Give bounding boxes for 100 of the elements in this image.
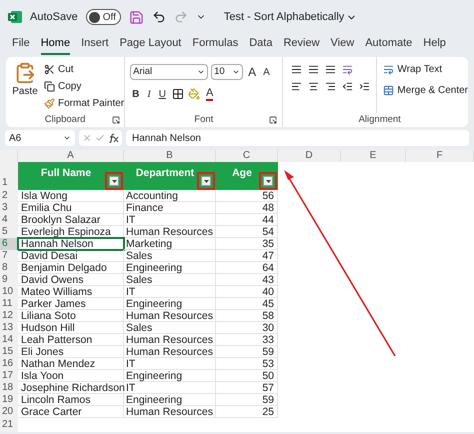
copy-button[interactable]: Copy	[44, 79, 124, 93]
clipboard-icon	[14, 62, 36, 84]
table-cell: 59	[216, 346, 278, 358]
menu-tab[interactable]: Help	[423, 34, 446, 55]
table-cell: 50	[216, 370, 278, 382]
bold-button[interactable]: B	[130, 85, 142, 103]
row-header[interactable]: 10	[0, 286, 18, 298]
table-cell: IT	[124, 382, 216, 394]
align-left-icon[interactable]	[291, 81, 302, 92]
table-cell: 40	[216, 286, 278, 298]
underline-button[interactable]: U	[156, 85, 168, 103]
dialog-launcher-icon[interactable]	[269, 116, 278, 124]
menu-tab[interactable]: Page Layout	[120, 34, 182, 55]
row-header[interactable]: 4	[0, 214, 18, 226]
align-right-icon[interactable]	[325, 81, 336, 92]
row-header[interactable]: 21	[0, 418, 18, 432]
header-cell: Full Name	[18, 162, 124, 190]
row-header[interactable]: 7	[0, 250, 18, 262]
row-header[interactable]: 11	[0, 298, 18, 310]
table-cell: Human Resources	[124, 334, 216, 346]
paste-button[interactable]: Paste	[10, 62, 40, 113]
table-cell: Liliana Soto	[18, 310, 124, 322]
row-header[interactable]: 19	[0, 394, 18, 406]
menu-tab[interactable]: File	[12, 34, 30, 55]
document-title[interactable]: Test - Sort Alphabetically	[224, 8, 344, 26]
row-header[interactable]: 15	[0, 346, 18, 358]
dialog-launcher-icon[interactable]	[112, 116, 120, 124]
table-cell: 33	[216, 334, 278, 346]
table-cell: Benjamin Delgado	[18, 262, 124, 274]
scissors-icon	[44, 64, 55, 74]
save-icon[interactable]	[128, 10, 144, 24]
row-header[interactable]: 18	[0, 382, 18, 394]
table-cell: Hannah Nelson	[18, 238, 124, 250]
row-header[interactable]: 17	[0, 370, 18, 382]
column-header[interactable]: D	[278, 150, 341, 162]
table-cell: Josephine Richardson	[18, 382, 124, 394]
table-cell: 45	[216, 298, 278, 310]
undo-icon[interactable]	[152, 10, 166, 24]
column-header[interactable]: E	[341, 150, 406, 162]
table-cell: Eli Jones	[18, 346, 124, 358]
filter-button[interactable]	[201, 176, 211, 186]
group-label: Font	[194, 112, 214, 127]
table-cell: Lincoln Ramos	[18, 394, 124, 406]
formula-field[interactable]: Hannah Nelson	[126, 130, 469, 146]
table-cell: David Desai	[18, 250, 124, 262]
table-cell: 54	[216, 226, 278, 238]
row-header[interactable]: 1	[0, 162, 18, 190]
wrap-text-button[interactable]: Wrap Text	[383, 62, 468, 77]
table-cell: 58	[216, 310, 278, 322]
fill-color-icon[interactable]	[188, 88, 200, 100]
table-cell: Hudson Hill	[18, 322, 124, 334]
table-cell: Isla Yoon	[18, 370, 124, 382]
row-header[interactable]: 16	[0, 358, 18, 370]
shrink-font-button[interactable]: A	[261, 63, 272, 81]
column-header[interactable]: F	[406, 150, 474, 162]
autosave-toggle[interactable]: Off	[86, 9, 121, 25]
menu-tab[interactable]: Formulas	[192, 34, 238, 55]
row-header[interactable]: 12	[0, 310, 18, 322]
table-cell: Parker James	[18, 298, 124, 310]
header-cell: Age	[216, 162, 278, 190]
row-header[interactable]: 8	[0, 262, 18, 274]
filter-button[interactable]	[109, 176, 119, 186]
row-header[interactable]: 20	[0, 406, 18, 418]
grow-font-button[interactable]: A	[246, 63, 258, 81]
format-painter-button[interactable]: Format Painter	[44, 96, 124, 110]
cut-button[interactable]: Cut	[44, 62, 124, 76]
row-header[interactable]: 14	[0, 334, 18, 346]
name-box[interactable]: A6	[5, 130, 75, 146]
row-header[interactable]: 6	[0, 238, 18, 250]
row-header[interactable]: 5	[0, 226, 18, 238]
row-header[interactable]: 9	[0, 274, 18, 286]
merge-center-button[interactable]: Merge & Center	[383, 83, 468, 98]
menu-tab[interactable]: Data	[249, 34, 272, 55]
row-header[interactable]: 13	[0, 322, 18, 334]
function-icon[interactable]	[108, 133, 119, 143]
menu-tab[interactable]: View	[330, 34, 354, 55]
table-cell: Leah Patterson	[18, 334, 124, 346]
table-cell: Human Resources	[124, 226, 216, 238]
menu-tab[interactable]: Home	[40, 34, 70, 55]
row-header[interactable]: 2	[0, 190, 18, 202]
font-color-button[interactable]: A	[204, 85, 216, 103]
decrease-indent-icon[interactable]	[342, 81, 354, 92]
italic-button[interactable]: I	[145, 85, 153, 103]
menu-tab[interactable]: Automate	[365, 34, 412, 55]
table-cell: 56	[216, 190, 278, 202]
align-center-icon[interactable]	[308, 81, 320, 92]
row-header[interactable]: 3	[0, 202, 18, 214]
table-cell: Nathan Mendez	[18, 358, 124, 370]
table-cell: 43	[216, 274, 278, 286]
font-size-field[interactable]: 10	[211, 64, 244, 80]
increase-indent-icon[interactable]	[359, 81, 370, 92]
font-name-field[interactable]: Arial	[130, 64, 208, 80]
table-cell: Finance	[124, 202, 216, 214]
table-cell: Everleigh Espinoza	[18, 226, 124, 238]
menu-tab[interactable]: Insert	[81, 34, 109, 55]
dropdown-arrow-icon	[204, 180, 208, 182]
table-cell: 35	[216, 238, 278, 250]
filter-button[interactable]	[263, 176, 273, 186]
borders-icon[interactable]	[172, 88, 184, 100]
menu-tab[interactable]: Review	[283, 34, 320, 55]
